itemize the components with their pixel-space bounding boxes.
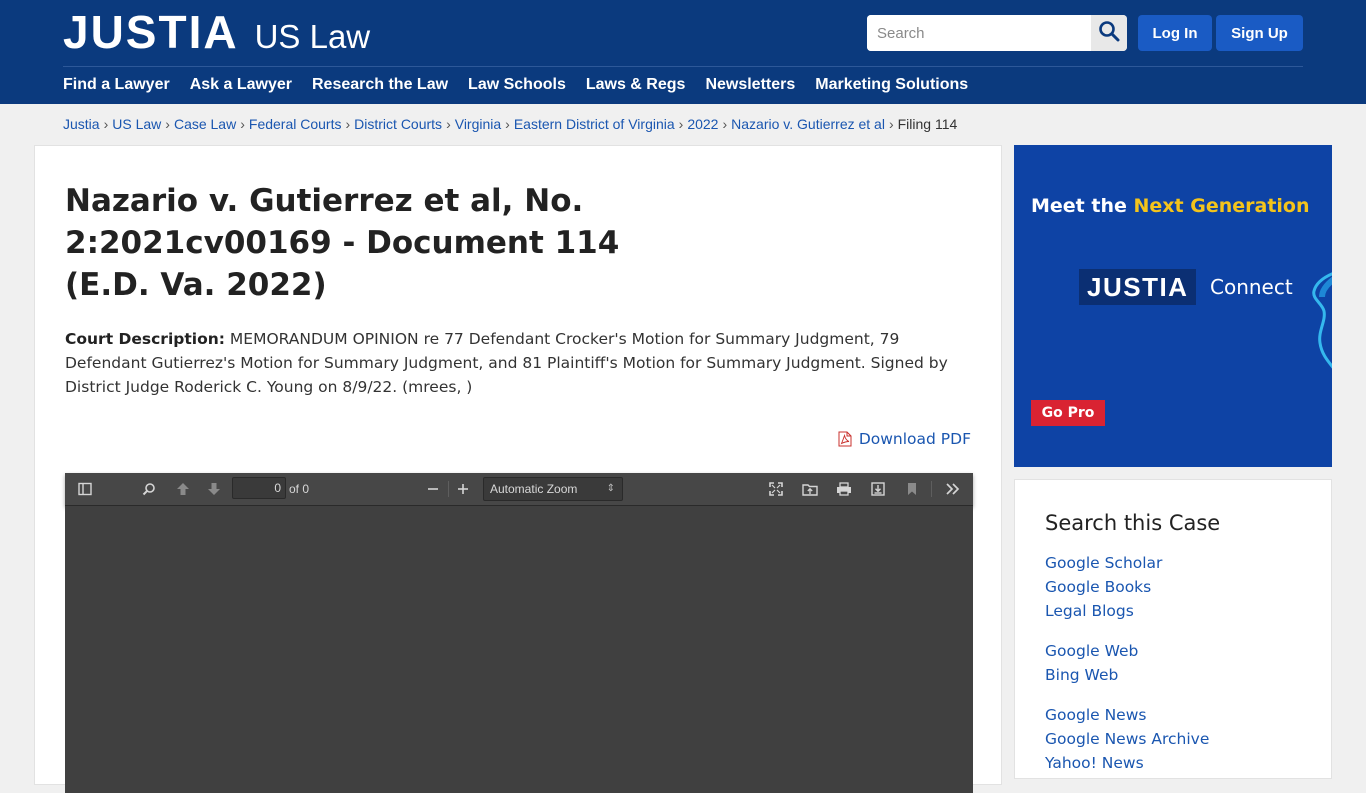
bookmark-button[interactable] [900,477,924,501]
breadcrumb-separator: › [446,116,451,132]
breadcrumb-link-us-law[interactable]: US Law [112,116,161,132]
plus-icon [456,482,470,496]
nav-marketing-solutions[interactable]: Marketing Solutions [815,74,968,96]
download-pdf-link[interactable]: Download PDF [838,430,971,448]
ad-headline-prefix: Meet the [1031,195,1134,217]
breadcrumb-separator: › [345,116,351,132]
search-box [867,15,1127,51]
ad-headline: Meet the Next Generation [1031,195,1310,217]
search-input[interactable] [867,15,1091,51]
go-pro-button[interactable]: Go Pro [1031,400,1105,426]
court-description: Court Description: MEMORANDUM OPINION re… [65,327,965,399]
toolbar-divider [931,481,932,497]
zoom-out-button[interactable] [421,477,445,501]
breadcrumb-link-district-courts[interactable]: District Courts [354,116,442,132]
breadcrumb-link-justia[interactable]: Justia [63,116,100,132]
breadcrumb-current: Filing 114 [897,116,958,132]
open-file-button[interactable] [798,477,822,501]
search-this-case-title: Search this Case [1045,511,1221,535]
toolbar-divider [448,481,449,497]
download-icon [871,482,885,496]
print-icon [836,482,852,496]
link-legal-blogs[interactable]: Legal Blogs [1045,602,1134,620]
zoom-in-button[interactable] [451,477,475,501]
link-google-books[interactable]: Google Books [1045,578,1151,596]
breadcrumb-link-year[interactable]: 2022 [687,116,718,132]
link-bing-web[interactable]: Bing Web [1045,666,1118,684]
header-divider [63,66,1303,67]
breadcrumb: Justia › US Law › Case Law › Federal Courts › Di… [63,116,957,132]
link-yahoo-news[interactable]: Yahoo! News [1045,754,1144,772]
sidebar-toggle-icon [78,482,92,496]
link-google-news[interactable]: Google News [1045,706,1146,724]
previous-page-button[interactable] [171,477,195,501]
signup-button[interactable]: Sign Up [1216,15,1303,51]
court-description-label: Court Description: [65,330,225,348]
main-nav: Find a Lawyer Ask a Lawyer Research the … [63,74,988,96]
tools-button[interactable] [941,477,965,501]
search-icon [1098,20,1120,46]
nav-newsletters[interactable]: Newsletters [705,74,795,96]
pdf-file-icon [838,431,852,447]
breadcrumb-separator: › [505,116,510,132]
print-button[interactable] [832,477,856,501]
arrow-up-icon [176,482,190,496]
ad-hand-illustration [1312,272,1332,369]
zoom-select-value: Automatic Zoom [490,482,578,496]
breadcrumb-link-case-law[interactable]: Case Law [174,116,236,132]
ad-logo-product: Connect [1210,275,1293,299]
open-file-icon [802,482,818,496]
nav-laws-and-regs[interactable]: Laws & Regs [586,74,686,96]
find-icon [142,482,156,496]
zoom-select[interactable]: Automatic Zoom ⇕ [483,477,623,501]
page-number-input[interactable] [232,477,286,499]
download-pdf-label[interactable]: Download PDF [859,430,971,448]
breadcrumb-separator: › [888,116,894,132]
logo-section-name[interactable]: US Law [255,15,371,59]
minus-icon [426,482,440,496]
next-page-button[interactable] [202,477,226,501]
logo-wordmark[interactable]: JUSTIA [63,9,239,55]
find-button[interactable] [137,477,161,501]
ad-logo-wordmark: JUSTIA [1087,271,1189,302]
arrow-down-icon [207,482,221,496]
page-title: Nazario v. Gutierrez et al, No. 2:2021cv… [65,183,620,303]
presentation-mode-button[interactable] [764,477,788,501]
link-google-scholar[interactable]: Google Scholar [1045,554,1162,572]
breadcrumb-link-virginia[interactable]: Virginia [455,116,501,132]
login-button[interactable]: Log In [1138,15,1212,51]
ad-headline-highlight: Next Generation [1133,195,1310,217]
pdf-viewer-canvas[interactable] [65,506,973,793]
breadcrumb-link-eastern-district[interactable]: Eastern District of Virginia [514,116,675,132]
site-header: JUSTIA US Law Log In Sign Up Find a Lawy… [0,0,1366,104]
sidebar-toggle-button[interactable] [73,477,97,501]
page-count: of 0 [289,482,310,496]
breadcrumb-separator: › [722,116,728,132]
nav-research-the-law[interactable]: Research the Law [312,74,448,96]
download-button[interactable] [866,477,890,501]
double-chevron-right-icon [945,482,961,496]
breadcrumb-link-federal-courts[interactable]: Federal Courts [249,116,342,132]
pdf-viewer: of 0 Automatic Zoom ⇕ [65,473,973,793]
search-this-case-card: Search this Case Google Scholar Google B… [1014,479,1332,779]
nav-ask-a-lawyer[interactable]: Ask a Lawyer [190,74,292,96]
ad-logo: JUSTIA [1079,269,1197,305]
fullscreen-icon [769,482,783,496]
site-logo[interactable]: JUSTIA US Law [63,9,370,55]
breadcrumb-separator: › [678,116,684,132]
nav-find-a-lawyer[interactable]: Find a Lawyer [63,74,170,96]
breadcrumb-separator: › [103,116,109,132]
breadcrumb-link-case[interactable]: Nazario v. Gutierrez et al [731,116,885,132]
main-content-card: Nazario v. Gutierrez et al, No. 2:2021cv… [34,145,1002,793]
pdf-viewer-toolbar: of 0 Automatic Zoom ⇕ [65,473,973,506]
search-button[interactable] [1091,15,1127,51]
breadcrumb-separator: › [240,116,245,132]
bookmark-icon [906,482,918,496]
link-google-web[interactable]: Google Web [1045,642,1138,660]
nav-law-schools[interactable]: Law Schools [468,74,566,96]
chevron-up-down-icon: ⇕ [606,483,615,494]
link-google-news-archive[interactable]: Google News Archive [1045,730,1209,748]
justia-connect-ad[interactable]: Meet the Next Generation JUSTIA Connect … [1014,145,1332,467]
breadcrumb-separator: › [165,116,170,132]
